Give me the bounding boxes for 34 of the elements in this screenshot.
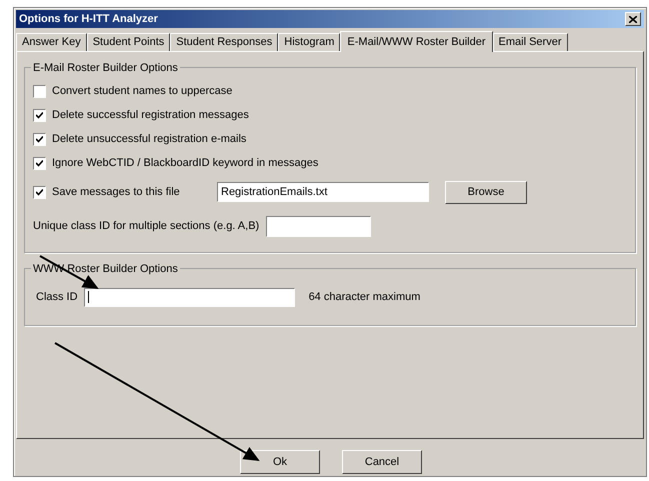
window-title: Options for H-ITT Analyzer	[19, 12, 158, 27]
class-id-field[interactable]	[266, 216, 372, 237]
checkbox[interactable]	[33, 109, 46, 122]
checkbox[interactable]	[33, 186, 46, 198]
check-icon	[36, 160, 43, 167]
checkbox-label: Convert student names to uppercase	[52, 84, 232, 100]
dialog-button[interactable]: Cancel	[342, 450, 422, 474]
close-button[interactable]	[625, 12, 641, 26]
dialog-button[interactable]: Ok	[240, 450, 320, 474]
tab[interactable]: Answer Key	[16, 33, 87, 51]
text-cursor	[88, 291, 89, 303]
tab[interactable]: Histogram	[278, 33, 340, 51]
close-icon	[629, 16, 637, 22]
check-icon	[36, 188, 43, 196]
checkbox-label: Delete successful registration messages	[52, 108, 249, 124]
checkbox-label: Save messages to this file	[52, 184, 181, 200]
checkbox[interactable]	[33, 157, 46, 170]
file-name-field[interactable]: RegistrationEmails.txt	[217, 182, 429, 202]
field-label: Unique class ID for multiple sections (e.g. A,B)	[33, 219, 260, 234]
check-icon	[36, 112, 43, 119]
checkbox[interactable]	[33, 133, 46, 146]
browse-button[interactable]: Browse	[445, 180, 527, 204]
tab[interactable]: Student Points	[86, 33, 170, 51]
group-title: E-Mail Roster Builder Options	[31, 60, 180, 76]
checkbox-label: Delete unsuccessful registration e-mails	[52, 132, 246, 148]
tab[interactable]: E-Mail/WWW Roster Builder	[340, 31, 493, 52]
class-id-field[interactable]	[84, 288, 295, 306]
checkbox[interactable]	[33, 85, 46, 98]
field-hint: 64 character maximum	[308, 290, 420, 305]
tab[interactable]: Email Server	[492, 33, 568, 51]
checkbox-label: Ignore WebCTID / BlackboardID keyword in messages	[52, 156, 318, 172]
tab[interactable]: Student Responses	[170, 33, 278, 51]
check-icon	[36, 136, 43, 143]
field-label: Class ID	[36, 290, 78, 305]
